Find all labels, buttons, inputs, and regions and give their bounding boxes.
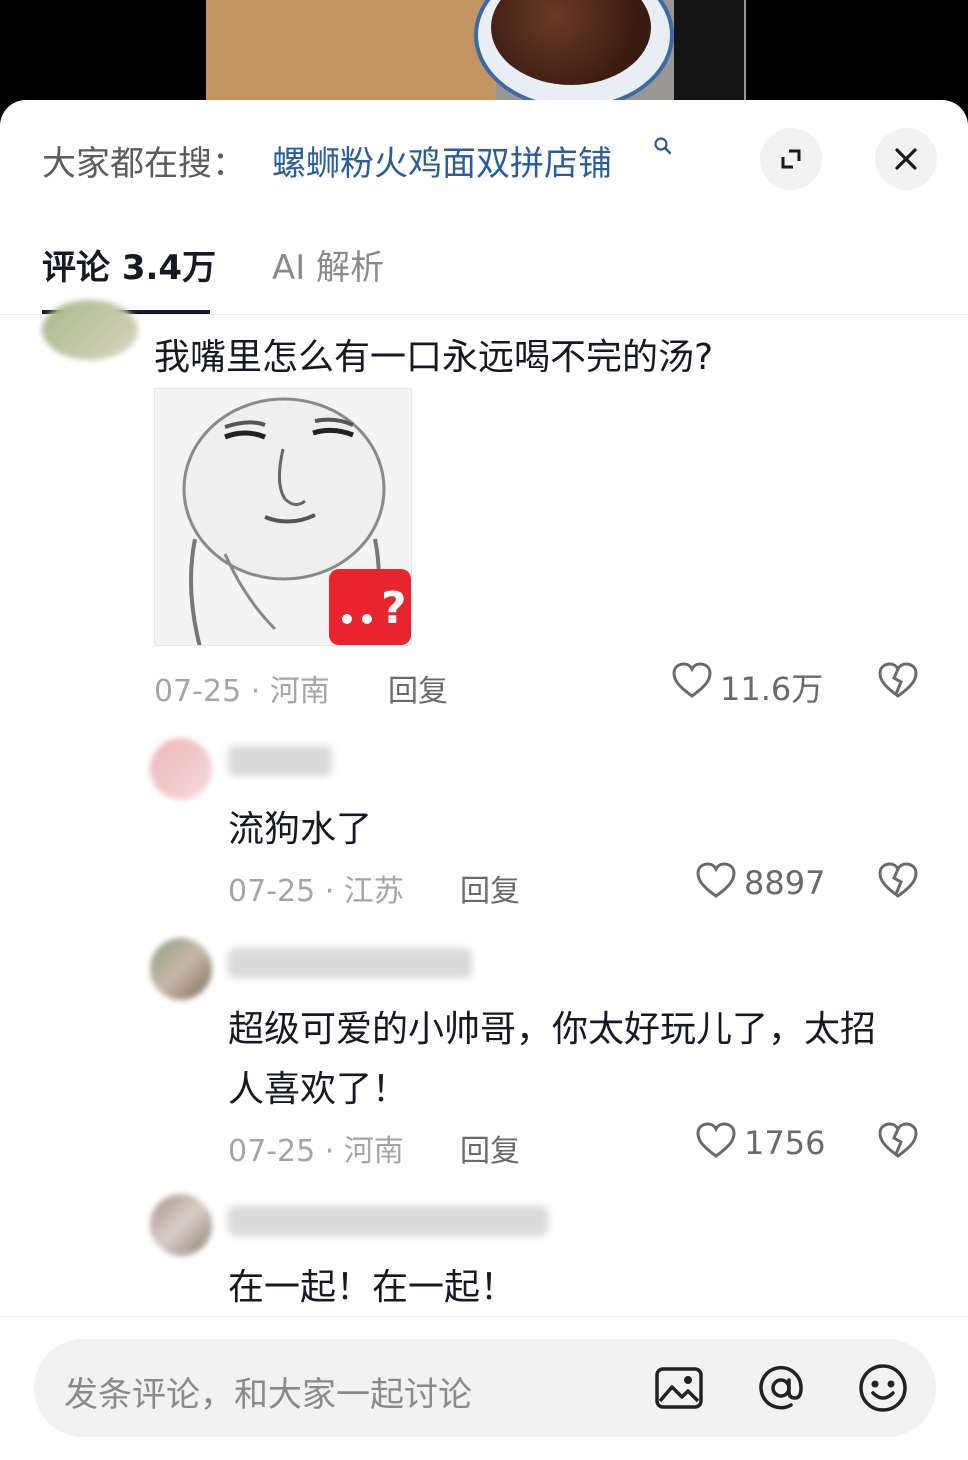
expand-icon bbox=[781, 149, 801, 169]
reply-button[interactable]: 回复 bbox=[460, 1126, 520, 1170]
comment-input-placeholder: 发条评论，和大家一起讨论 bbox=[64, 1375, 472, 1415]
broken-heart-icon[interactable] bbox=[878, 862, 918, 900]
avatar[interactable] bbox=[42, 300, 138, 360]
comment-date: 07-25 bbox=[228, 874, 316, 909]
emoji-icon[interactable] bbox=[856, 1361, 910, 1415]
search-hint-label: 大家都在搜： bbox=[42, 144, 246, 184]
heart-outline-icon[interactable] bbox=[696, 862, 736, 900]
comment-date: 07-25 bbox=[154, 674, 242, 709]
comment-meta: 07-25 · 河南 bbox=[154, 674, 330, 709]
tabs-divider bbox=[0, 314, 968, 315]
tab-comments[interactable]: 评论 3.4万 bbox=[42, 240, 216, 289]
comment-text: 我嘴里怎么有一口永远喝不完的汤? bbox=[154, 337, 714, 378]
heart-outline-icon[interactable] bbox=[696, 1122, 736, 1160]
close-button[interactable] bbox=[875, 128, 937, 190]
search-suggestion-link[interactable]: 螺蛳粉火鸡面双拼店铺 bbox=[272, 136, 612, 185]
tab-ai-analysis[interactable]: AI 解析 bbox=[272, 240, 384, 289]
broken-heart-icon[interactable] bbox=[878, 1122, 918, 1160]
comment-meta: 07-25 · 河南 bbox=[228, 1134, 404, 1169]
svg-text:?: ? bbox=[381, 583, 407, 634]
comment-location: 河南 bbox=[269, 674, 330, 709]
comment-sticker-image[interactable]: ? bbox=[154, 388, 412, 646]
comment-sheet: 大家都在搜： 螺蛳粉火鸡面双拼店铺 评论 3.4万 AI 解析 我嘴里怎么有一口… bbox=[0, 100, 968, 1460]
like-count: 1756 bbox=[744, 1124, 826, 1162]
broken-heart-icon[interactable] bbox=[878, 662, 918, 700]
comment-composer-bar: 发条评论，和大家一起讨论 bbox=[0, 1316, 968, 1460]
comment-text: 在一起！在一起！ bbox=[228, 1267, 517, 1308]
username-blurred[interactable] bbox=[228, 948, 472, 978]
at-icon[interactable] bbox=[754, 1361, 808, 1415]
comment-text-line: 超级可爱的小帅哥，你太好玩儿了，太招 bbox=[228, 1009, 877, 1050]
comment-text-line: 人喜欢了！ bbox=[228, 1069, 409, 1110]
heart-outline-icon[interactable] bbox=[672, 662, 712, 700]
avatar[interactable] bbox=[150, 738, 212, 800]
like-count: 8897 bbox=[744, 864, 826, 902]
comment-input[interactable]: 发条评论，和大家一起讨论 bbox=[34, 1339, 936, 1437]
reply-button[interactable]: 回复 bbox=[388, 666, 448, 710]
reply-button[interactable]: 回复 bbox=[460, 866, 520, 910]
search-icon[interactable] bbox=[652, 136, 674, 158]
image-icon[interactable] bbox=[652, 1361, 706, 1415]
comment-location: 河南 bbox=[343, 1134, 404, 1169]
avatar[interactable] bbox=[150, 1194, 212, 1256]
comment-meta: 07-25 · 江苏 bbox=[228, 874, 404, 909]
like-count: 11.6万 bbox=[720, 670, 824, 708]
comment-location: 江苏 bbox=[343, 874, 404, 909]
username-blurred[interactable] bbox=[228, 1206, 548, 1236]
expand-button[interactable] bbox=[760, 128, 822, 190]
avatar[interactable] bbox=[150, 938, 212, 1000]
username-blurred[interactable] bbox=[228, 746, 332, 776]
comment-text: 流狗水了 bbox=[228, 809, 373, 850]
meme-face-image: ? bbox=[182, 397, 411, 645]
close-icon bbox=[895, 148, 917, 170]
comment-date: 07-25 bbox=[228, 1134, 316, 1169]
